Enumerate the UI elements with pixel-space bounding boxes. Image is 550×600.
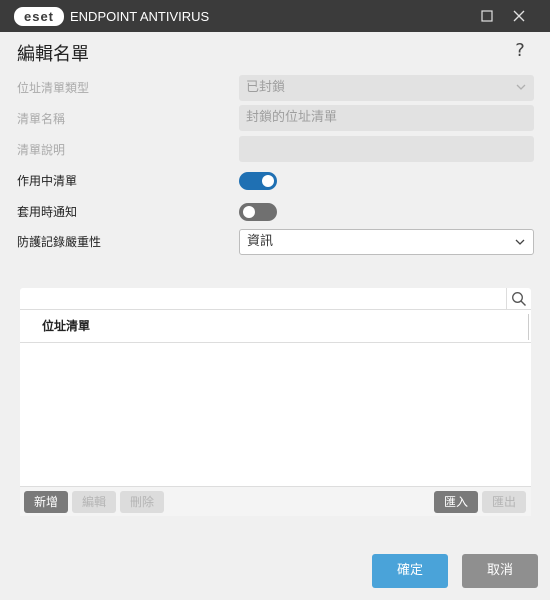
list-name-value: 封鎖的位址清單: [246, 110, 338, 125]
toggle-knob: [243, 206, 255, 218]
close-button[interactable]: [503, 0, 535, 32]
address-list-panel: 位址清單 新增 編輯 刪除 匯入 匯出: [20, 288, 531, 516]
chevron-down-icon: [516, 84, 526, 90]
log-severity-label: 防護記錄嚴重性: [17, 235, 102, 249]
list-description-field: [239, 136, 534, 162]
close-icon: [513, 10, 525, 22]
logo-badge: eset: [14, 7, 64, 26]
list-description-label: 清單說明: [17, 143, 66, 157]
list-active-toggle[interactable]: [239, 172, 277, 190]
list-name-field: 封鎖的位址清單: [239, 105, 534, 131]
list-type-value: 已封鎖: [246, 80, 286, 95]
product-name: ENDPOINT ANTIVIRUS: [70, 9, 210, 24]
ok-button[interactable]: 確定: [372, 554, 448, 588]
notify-toggle[interactable]: [239, 203, 277, 221]
help-icon[interactable]: ?: [510, 40, 530, 61]
notify-label: 套用時通知: [17, 205, 78, 219]
title-bar: eset ENDPOINT ANTIVIRUS: [0, 0, 550, 32]
list-active-label: 作用中清單: [17, 174, 78, 188]
address-list-body[interactable]: [20, 343, 531, 486]
export-button: 匯出: [482, 491, 526, 513]
list-type-label: 位址清單類型: [17, 81, 90, 95]
search-divider: [506, 288, 507, 310]
log-severity-value: 資訊: [247, 234, 274, 249]
delete-button: 刪除: [120, 491, 164, 513]
list-name-label: 清單名稱: [17, 112, 66, 126]
cancel-button[interactable]: 取消: [462, 554, 538, 588]
log-severity-select[interactable]: 資訊: [239, 229, 534, 255]
list-toolbar: 新增 編輯 刪除 匯入 匯出: [20, 486, 531, 516]
column-header-address-list[interactable]: 位址清單: [42, 310, 90, 343]
chevron-down-icon: [515, 239, 525, 245]
search-icon[interactable]: [511, 291, 527, 307]
dialog-title: 編輯名單: [17, 44, 89, 65]
list-search-bar[interactable]: [20, 288, 531, 310]
maximize-icon: [481, 10, 493, 22]
add-button[interactable]: 新增: [24, 491, 68, 513]
edit-button: 編輯: [72, 491, 116, 513]
list-type-select: 已封鎖: [239, 75, 534, 101]
column-header[interactable]: 位址清單: [20, 310, 531, 343]
toggle-knob: [262, 175, 274, 187]
column-divider: [528, 314, 529, 340]
import-button[interactable]: 匯入: [434, 491, 478, 513]
maximize-button[interactable]: [471, 0, 503, 32]
